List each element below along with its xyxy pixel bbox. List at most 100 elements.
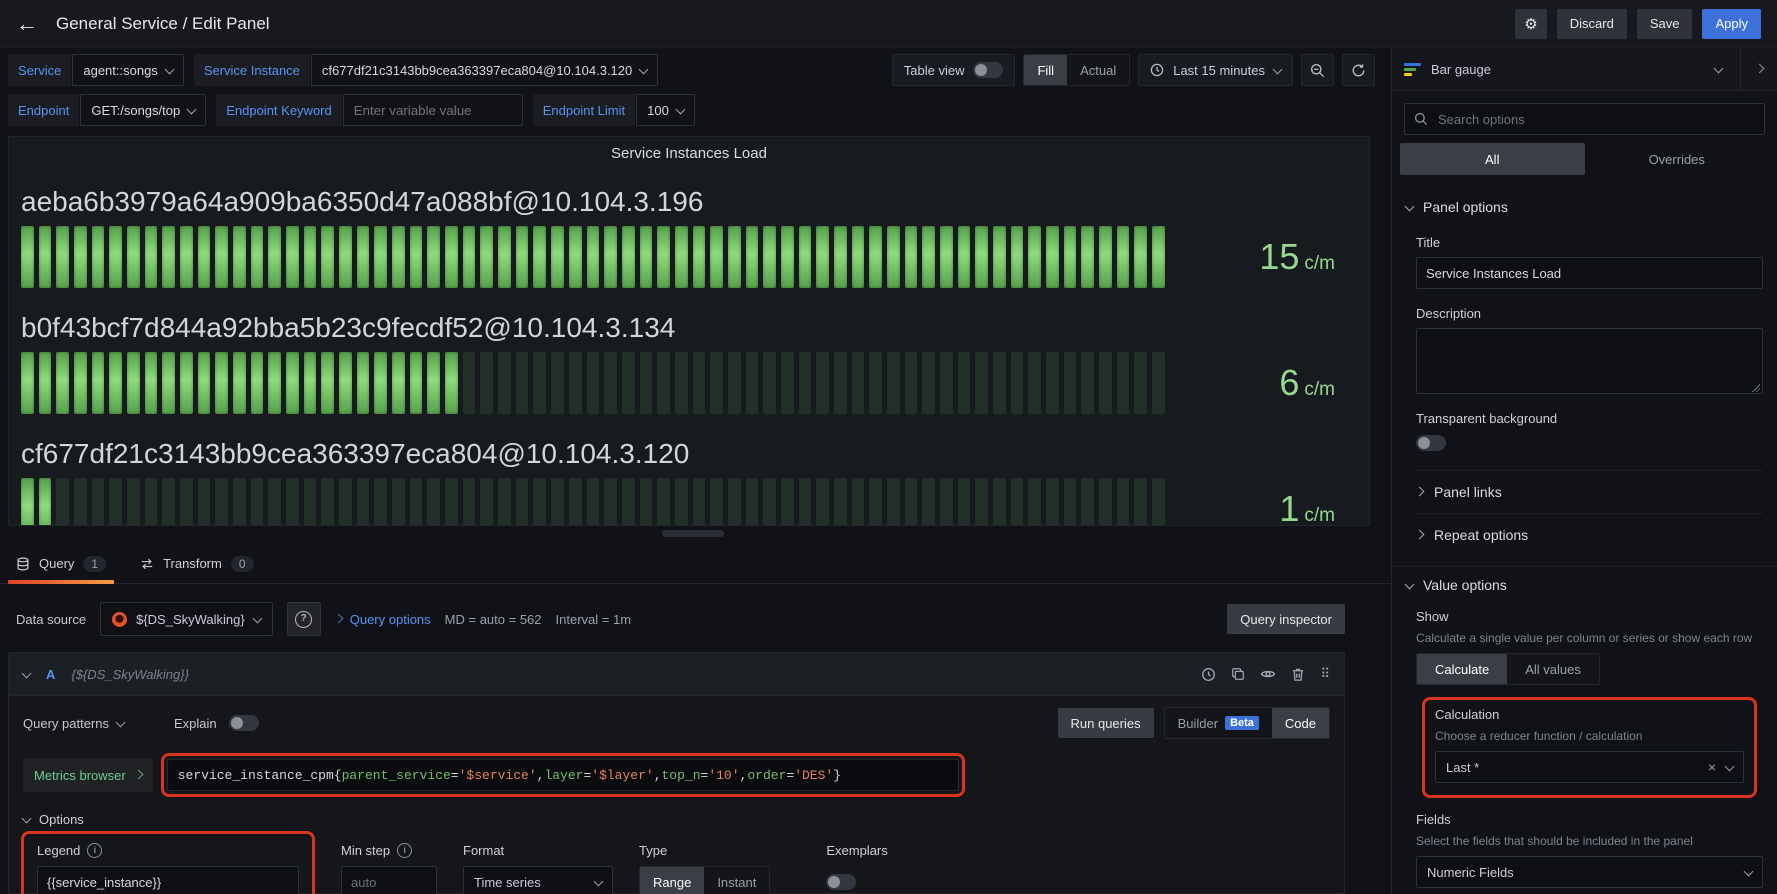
instant-option[interactable]: Instant <box>704 867 769 894</box>
endpoint-keyword-input[interactable] <box>343 94 523 126</box>
description-textarea[interactable] <box>1416 328 1763 394</box>
builder-option[interactable]: Builder Beta <box>1165 708 1272 738</box>
calculation-label: Calculation <box>1435 707 1744 722</box>
interval-text: Interval = 1m <box>556 612 632 627</box>
variable-endpoint-label: Endpoint <box>8 94 79 126</box>
panel-options-section[interactable]: Panel options <box>1392 199 1777 215</box>
chevron-right-icon <box>333 613 343 623</box>
query-inspector-button[interactable]: Query inspector <box>1227 604 1345 634</box>
back-arrow-icon[interactable]: ← <box>16 13 38 35</box>
fields-select[interactable]: Numeric Fields <box>1416 856 1763 888</box>
show-description: Calculate a single value per column or s… <box>1416 631 1763 645</box>
run-queries-button[interactable]: Run queries <box>1058 708 1154 738</box>
options-expander[interactable]: Options <box>23 812 1330 827</box>
transform-icon <box>140 557 154 571</box>
trash-icon[interactable] <box>1291 667 1305 682</box>
collapse-pane-button[interactable] <box>1740 48 1777 90</box>
query-editor-body: Query patterns Explain Run queries Build… <box>9 696 1344 894</box>
settings-button[interactable]: ⚙ <box>1515 9 1546 39</box>
grip-icon[interactable]: ⠿ <box>1320 666 1330 682</box>
main-area: Service agent::songs Service Instance cf… <box>0 48 1391 894</box>
panel-links-expander[interactable]: Panel links <box>1416 470 1763 513</box>
gauge-bar <box>21 478 1165 526</box>
range-option[interactable]: Range <box>640 867 704 894</box>
variable-service-select[interactable]: agent::songs <box>72 54 183 86</box>
zoom-out-button[interactable] <box>1301 54 1334 86</box>
repeat-options-expander[interactable]: Repeat options <box>1416 513 1763 556</box>
tab-query[interactable]: Query 1 <box>16 544 106 583</box>
panel-title: Service Instances Load <box>21 145 1357 162</box>
gauge-row: 1c/m <box>21 478 1357 526</box>
query-options-expander[interactable]: Query options <box>335 612 431 627</box>
chevron-down-icon <box>1744 866 1754 876</box>
time-range-picker[interactable]: Last 15 minutes <box>1138 54 1293 86</box>
clear-icon[interactable]: × <box>1708 759 1716 775</box>
fill-option[interactable]: Fill <box>1024 55 1067 85</box>
chevron-down-icon <box>1405 201 1415 211</box>
chevron-down-icon <box>594 876 604 886</box>
info-icon: i <box>87 843 102 858</box>
query-patterns-select[interactable]: Query patterns <box>23 716 124 731</box>
chevron-down-icon <box>116 717 126 727</box>
actual-option[interactable]: Actual <box>1067 55 1129 85</box>
variable-endpoint-select[interactable]: GET:/songs/top <box>80 94 206 126</box>
variable-service-instance-label: Service Instance <box>194 54 310 86</box>
transparent-background-label: Transparent background <box>1416 411 1763 426</box>
value-options-section[interactable]: Value options <box>1392 577 1777 593</box>
options-search-input[interactable] <box>1436 111 1755 128</box>
metrics-browser-button[interactable]: Metrics browser <box>23 758 153 792</box>
type-label: Type <box>639 843 770 858</box>
tab-transform[interactable]: Transform 0 <box>140 544 253 583</box>
explain-toggle[interactable] <box>229 715 259 731</box>
beta-badge: Beta <box>1225 716 1259 730</box>
format-select[interactable]: Time series <box>463 866 613 894</box>
tab-overrides[interactable]: Overrides <box>1585 143 1770 175</box>
query-expression[interactable]: service_instance_cpm{parent_service='$se… <box>167 759 959 791</box>
chevron-right-icon <box>1754 63 1764 73</box>
apply-button[interactable]: Apply <box>1702 9 1761 39</box>
table-view-toggle[interactable] <box>973 62 1003 78</box>
chevron-down-icon <box>22 814 32 824</box>
panel-resize-handle[interactable] <box>662 530 724 537</box>
legend-input[interactable] <box>37 866 299 894</box>
calculation-annotation-box: Calculation Choose a reducer function / … <box>1422 697 1757 798</box>
save-button[interactable]: Save <box>1637 9 1693 39</box>
history-clock-icon[interactable] <box>1201 667 1216 682</box>
transparent-background-toggle[interactable] <box>1416 435 1446 451</box>
query-ref-id: A <box>46 667 55 682</box>
calculation-select[interactable]: Last * × <box>1435 751 1744 783</box>
format-label: Format <box>463 843 613 858</box>
code-option[interactable]: Code <box>1272 708 1329 738</box>
exemplars-toggle[interactable] <box>826 874 856 890</box>
value-options-fields: Show Calculate a single value per column… <box>1392 609 1777 888</box>
discard-button[interactable]: Discard <box>1557 9 1627 39</box>
visualization-select[interactable]: Bar gauge <box>1392 48 1740 90</box>
fields-label: Fields <box>1416 812 1763 827</box>
chevron-down-icon <box>639 64 649 74</box>
gauge-bar <box>21 226 1165 288</box>
chevron-down-icon <box>675 104 685 114</box>
min-step-input[interactable] <box>341 866 437 894</box>
calculate-option[interactable]: Calculate <box>1417 654 1507 684</box>
show-label: Show <box>1416 609 1763 624</box>
calculation-description: Choose a reducer function / calculation <box>1435 729 1744 743</box>
tab-all[interactable]: All <box>1400 143 1585 175</box>
resize-grip-icon[interactable] <box>1752 384 1760 392</box>
eye-icon[interactable] <box>1260 666 1276 682</box>
max-data-points-text: MD = auto = 562 <box>445 612 542 627</box>
copy-icon[interactable] <box>1231 667 1245 681</box>
min-step-label: Min step <box>341 843 390 858</box>
query-a-header[interactable]: A {${DS_SkyWalking}} ⠿ <box>9 653 1344 696</box>
calculate-allvalues-group: Calculate All values <box>1416 653 1600 685</box>
datasource-select[interactable]: ${DS_SkyWalking} <box>100 602 273 636</box>
variable-service-instance-select[interactable]: cf677df21c3143bb9cea363397eca804@10.104.… <box>311 54 658 86</box>
datasource-help-button[interactable]: ? <box>287 602 321 636</box>
transform-count-badge: 0 <box>231 556 254 572</box>
query-count-badge: 1 <box>83 556 106 572</box>
all-values-option[interactable]: All values <box>1507 654 1599 684</box>
query-patterns-row: Query patterns Explain Run queries Build… <box>23 704 1330 742</box>
panel-title-input[interactable] <box>1416 257 1763 289</box>
query-options-fields: Legend i Min step i Format <box>23 843 1330 894</box>
refresh-button[interactable] <box>1342 54 1375 86</box>
variable-endpoint-limit-select[interactable]: 100 <box>636 94 695 126</box>
